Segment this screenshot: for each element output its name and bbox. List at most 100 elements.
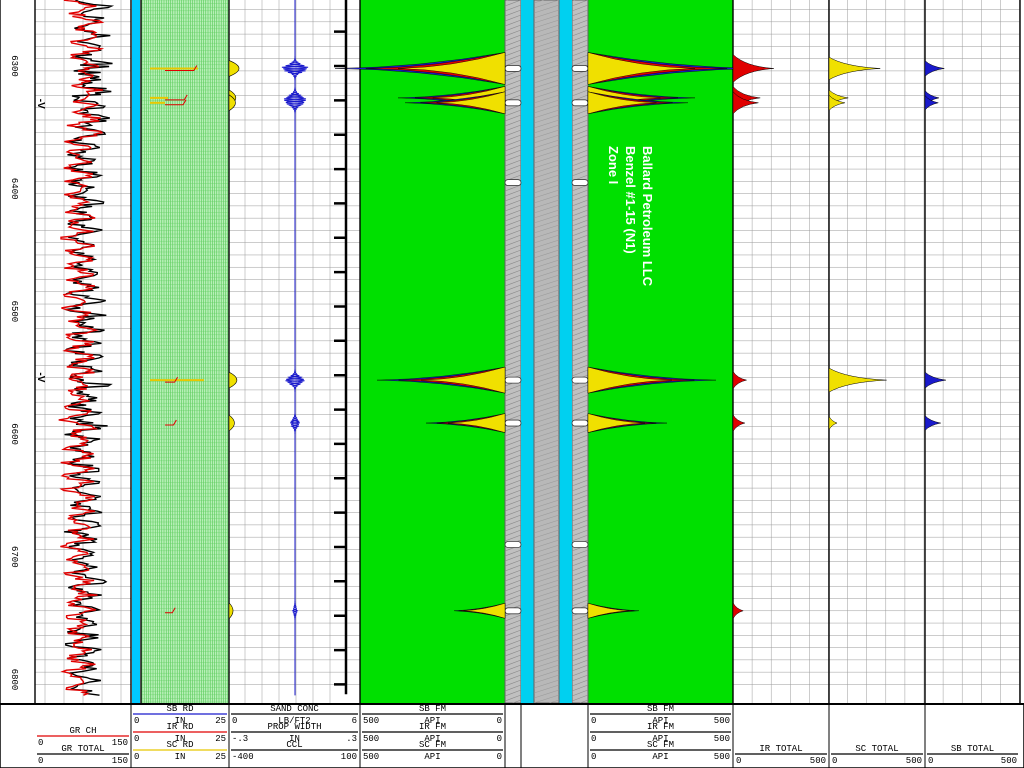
depth-tick-label: 6300 (9, 55, 19, 77)
sb-total-fill (924, 414, 941, 432)
sc-total-fill (828, 56, 881, 81)
header-curve-name: IR RD (166, 722, 193, 732)
header-curve-name: SC FM (647, 740, 674, 750)
header-curve-name: IR FM (647, 722, 674, 732)
sb-total-fill (924, 60, 945, 77)
ir-total-fill (732, 370, 747, 390)
header-scale-max: 0 (497, 734, 502, 744)
header-scale-max: 150 (112, 756, 128, 766)
header-scale-unit: API (424, 752, 440, 762)
annotation-line-1: Ballard Petroleum LLC (640, 146, 655, 287)
wellbore-fluid-right (559, 0, 572, 703)
header-scale-max: 0 (497, 716, 502, 726)
ir-total-fill (732, 602, 745, 619)
grid-layer (0, 0, 1021, 709)
zone-marker: -V (35, 372, 46, 382)
header-scale-max: 0 (497, 752, 502, 762)
header-scale-unit: IN (175, 752, 186, 762)
header-scale-max: 500 (810, 756, 826, 766)
depth-tick-label: 6800 (9, 669, 19, 691)
casing-collar (504, 179, 522, 186)
header-scale-min: 0 (591, 716, 596, 726)
sc-total-fill (828, 367, 887, 393)
header-scale-min: 0 (736, 756, 741, 766)
depth-tick-label: 6600 (9, 423, 19, 445)
header-scale-unit: API (652, 752, 668, 762)
header-scale-max: 500 (1001, 756, 1017, 766)
casing-collar (504, 99, 522, 107)
sand-conc-fill (228, 60, 240, 77)
casing-collar (504, 65, 522, 72)
annotation-line-3: Zone I (606, 146, 621, 184)
casing-collar (571, 607, 589, 615)
header-scale-max: 150 (112, 738, 128, 748)
casing-collar (504, 419, 522, 427)
depth-tick-label: 6500 (9, 301, 19, 323)
casing-collar (571, 99, 589, 107)
sc-total-fill (828, 416, 838, 431)
header-scale-max: 500 (906, 756, 922, 766)
header-scale-max: 100 (341, 752, 357, 762)
prop-width-curve-mirror (281, 0, 307, 696)
header-scale-min: 500 (363, 752, 379, 762)
well-log-chart: Ballard Petroleum LLC Benzel #1-15 (N1) … (0, 0, 1024, 768)
header-scale-min: 0 (928, 756, 933, 766)
depth-tick-label: 6700 (9, 546, 19, 568)
casing-collar (504, 607, 522, 615)
header-scale-max: 500 (714, 734, 730, 744)
header-scale-min: 0 (232, 716, 237, 726)
header-curve-name: IR TOTAL (759, 744, 802, 754)
header-curve-name: PROP WIDTH (267, 722, 321, 732)
header-scale-max: 25 (215, 716, 226, 726)
header-curve-name: SC FM (419, 740, 446, 750)
sand-conc-fill (228, 414, 235, 432)
header-scale-max: 25 (215, 752, 226, 762)
casing-collar (571, 376, 589, 384)
header-curve-name: GR TOTAL (61, 744, 104, 754)
header-curve-name: SC RD (166, 740, 193, 750)
casing-collar (504, 376, 522, 384)
header-scale-max: 6 (352, 716, 357, 726)
prop-width-curve (283, 0, 309, 696)
header-scale-min: 500 (363, 734, 379, 744)
ir-total-fill (732, 413, 745, 433)
header-scale-max: 25 (215, 734, 226, 744)
header-scale-min: 0 (591, 752, 596, 762)
sand-conc-fill (228, 602, 234, 620)
casing-collar (571, 541, 589, 548)
header-scale-max: 500 (714, 716, 730, 726)
header-scale-min: 0 (134, 716, 139, 726)
header-curve-name: SAND CONC (270, 704, 319, 714)
header-scale-min: 0 (38, 756, 43, 766)
header-scale-min: 0 (832, 756, 837, 766)
header-scale-min: 0 (134, 752, 139, 762)
casing-collar (571, 179, 589, 186)
header-scale-min: 0 (591, 734, 596, 744)
annotation-line-2: Benzel #1-15 (N1) (623, 146, 638, 254)
header-scale-min: -400 (232, 752, 254, 762)
header-curve-name: SB FM (419, 704, 446, 714)
zone-marker: -V (35, 99, 46, 109)
header-curve-name: CCL (286, 740, 302, 750)
header-curve-name: SB RD (166, 704, 193, 714)
header-scale-min: 500 (363, 716, 379, 726)
header-scale-min: 0 (134, 734, 139, 744)
depth-tick-label: 6400 (9, 178, 19, 200)
wellbore-fluid-left (521, 0, 534, 703)
casing-collar (571, 65, 589, 72)
track-header: GR CH 0 150 GR TOTAL 0 150 SB RD 0 25 IN IR RD 0 25 I… (0, 703, 1024, 768)
header-curve-name: SB FM (647, 704, 674, 714)
header-curve-name: IR FM (419, 722, 446, 732)
header-scale-min: 0 (38, 738, 43, 748)
header-curve-name: SC TOTAL (855, 744, 898, 754)
header-scale-max: 500 (714, 752, 730, 762)
casing-collar (571, 419, 589, 427)
rd-cyan-band (132, 0, 140, 703)
header-scale-min: -.3 (232, 734, 248, 744)
header-scale-max: .3 (346, 734, 357, 744)
sand-conc-fill (228, 371, 238, 389)
casing-collar (504, 541, 522, 548)
header-curve-name: SB TOTAL (951, 744, 994, 754)
ccl-curve (334, 0, 348, 695)
header-curve-name: GR CH (69, 726, 96, 736)
